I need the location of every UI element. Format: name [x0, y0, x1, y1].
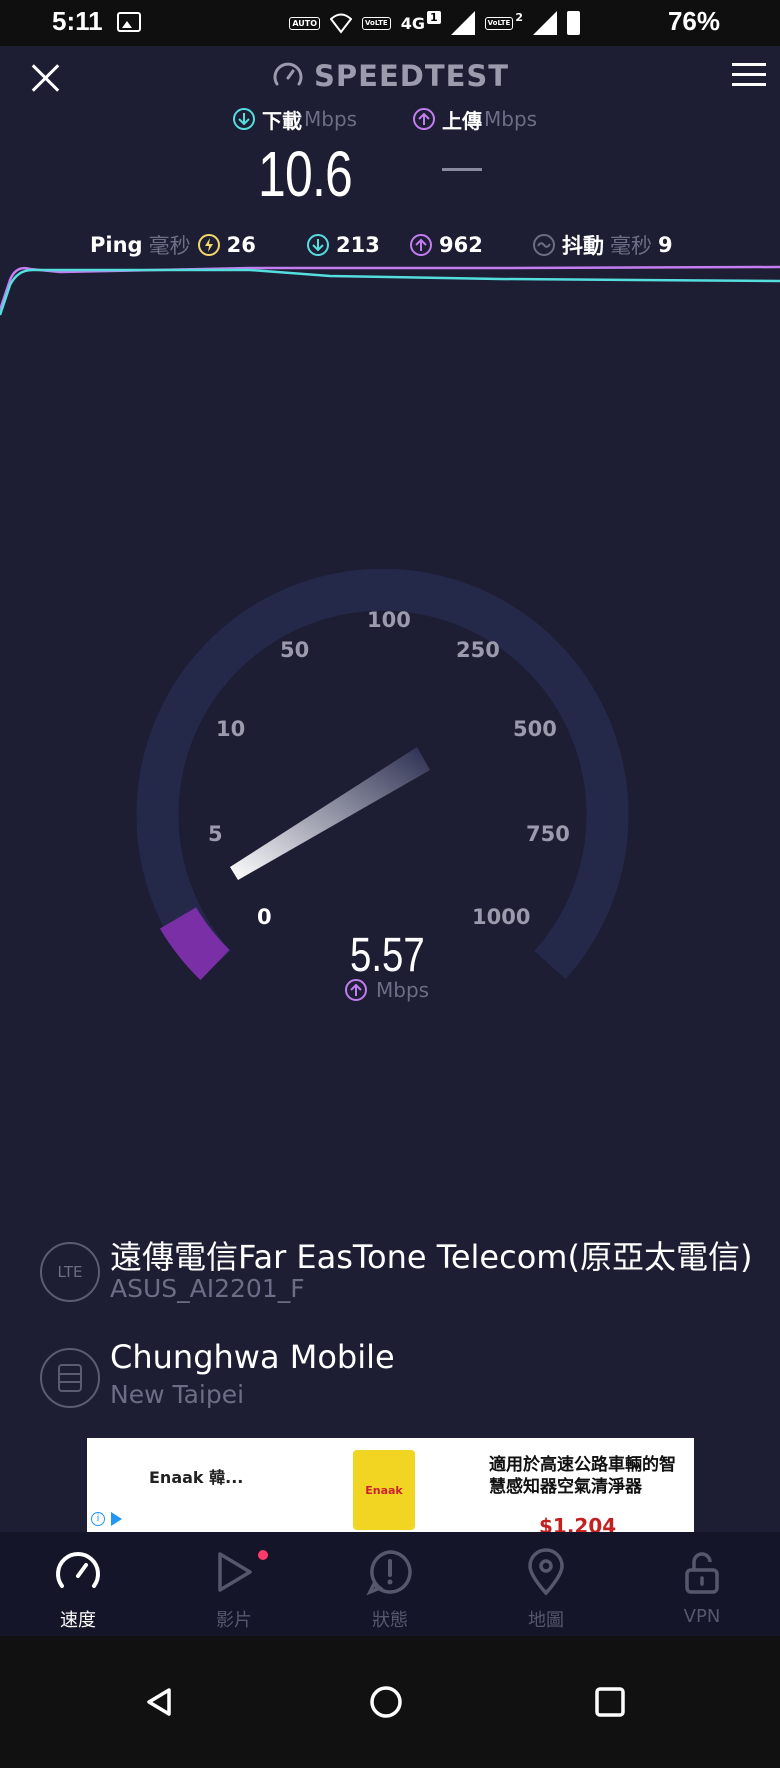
download-label-text: 下載: [262, 108, 302, 133]
upload-label-text: 上傳: [442, 108, 482, 133]
download-arrow-icon: [233, 108, 255, 130]
status-bar: 5:11 AUTO VoLTE 4G 1 VoLTE 2 76%: [0, 0, 780, 46]
tick-750: 750: [526, 822, 570, 846]
server-info[interactable]: Chunghwa Mobile New Taipei: [40, 1338, 780, 1418]
ad-left-title: Enaak 韓...: [149, 1468, 244, 1487]
battery-percent: 76%: [667, 6, 720, 36]
bottom-navigation: 速度 影片 狀態 地圖 VPN: [0, 1532, 780, 1636]
server-location: New Taipei: [110, 1380, 245, 1409]
ping-download-icon: [307, 234, 329, 256]
app-title-text: SPEEDTEST: [314, 59, 510, 93]
upload-history-line: [0, 265, 780, 311]
nav-vpn-label: VPN: [683, 1606, 721, 1627]
signal1-icon: [450, 11, 475, 35]
ping-idle-value: 26: [226, 233, 256, 257]
ping-upload-value: 962: [439, 233, 483, 257]
ad-choices-icon[interactable]: [111, 1512, 122, 1526]
carrier-name: 遠傳電信Far EasTone Telecom(原亞太電信): [110, 1238, 753, 1276]
nav-status-label: 狀態: [372, 1610, 408, 1631]
jitter-value: 9: [658, 233, 673, 257]
nav-vpn[interactable]: VPN: [624, 1532, 780, 1636]
jitter-icon: [533, 234, 555, 256]
close-button[interactable]: [26, 58, 66, 98]
nav-map[interactable]: 地圖: [468, 1532, 624, 1636]
menu-button[interactable]: [732, 63, 766, 87]
status-icons: AUTO VoLTE 4G 1 VoLTE 2: [289, 8, 580, 38]
app-title: SPEEDTEST: [272, 54, 509, 98]
battery-icon: [567, 11, 580, 35]
server-icon: [40, 1348, 100, 1408]
gauge-current-value: 5.57: [350, 929, 425, 982]
tick-10: 10: [216, 717, 245, 741]
signal2-icon: [533, 11, 557, 35]
back-icon[interactable]: [143, 1686, 175, 1718]
nav-map-label: 地圖: [528, 1610, 564, 1631]
upload-label: 上傳 Mbps: [412, 104, 537, 134]
nav-video-label: 影片: [216, 1610, 252, 1631]
tick-500: 500: [513, 717, 557, 741]
ping-label: Ping: [90, 233, 143, 257]
ping-download-value: 213: [336, 233, 380, 257]
upload-arrow-icon: [413, 108, 435, 130]
download-history-line: [0, 268, 780, 316]
tick-250: 250: [456, 638, 500, 662]
gallery-notification-icon: [117, 12, 141, 32]
tick-1000: 1000: [472, 905, 530, 929]
sim2-indicator: 2: [515, 10, 523, 24]
tick-50: 50: [280, 638, 309, 662]
upload-unit: Mbps: [484, 107, 538, 131]
tick-100: 100: [367, 608, 411, 632]
ping-upload-icon: [410, 234, 432, 256]
ping-idle-icon: [197, 234, 220, 256]
carrier-info[interactable]: LTE 遠傳電信Far EasTone Telecom(原亞太電信) ASUS_…: [40, 1232, 780, 1312]
nav-speed[interactable]: 速度: [0, 1532, 156, 1636]
nav-status[interactable]: 狀態: [312, 1532, 468, 1636]
nav-video[interactable]: 影片: [156, 1532, 312, 1636]
wifi-calling-icon: [330, 13, 353, 34]
sim1-indicator: 1: [426, 10, 441, 24]
network-type: 4G: [400, 13, 425, 33]
download-value: 10.6: [258, 138, 353, 210]
gauge-needle: [230, 747, 430, 880]
tick-0: 0: [257, 905, 272, 929]
ad-right-title: 適用於高速公路車輛的智慧感知器空氣清淨器: [489, 1455, 676, 1497]
upload-value-placeholder: [442, 168, 482, 171]
lte-icon: LTE: [40, 1242, 100, 1302]
download-unit: Mbps: [304, 107, 358, 131]
ad-info-icon[interactable]: i: [91, 1512, 105, 1526]
ad-price: $1,204: [539, 1514, 617, 1532]
play-icon: [218, 1552, 252, 1592]
alert-icon: [366, 1550, 412, 1596]
volte2-icon: VoLTE: [484, 16, 514, 30]
auto-icon: AUTO: [289, 16, 321, 30]
home-icon[interactable]: [369, 1685, 403, 1719]
system-navigation-bar: [0, 1636, 780, 1768]
device-name: ASUS_AI2201_F: [110, 1274, 305, 1303]
gauge-upload-icon: [345, 979, 367, 1001]
video-notification-dot: [258, 1550, 268, 1560]
download-label: 下載 Mbps: [232, 104, 357, 134]
gauge-unit-text: Mbps: [376, 978, 430, 1002]
status-time: 5:11: [52, 6, 103, 36]
speed-history-graph: [0, 265, 780, 316]
ad-product-image: Enaak: [353, 1450, 415, 1530]
unlock-icon: [685, 1552, 719, 1594]
gauge-unit: Mbps: [344, 976, 429, 1004]
recents-icon[interactable]: [594, 1686, 626, 1718]
speedometer-icon: [56, 1552, 100, 1588]
volte1-icon: VoLTE: [362, 16, 391, 30]
tick-5: 5: [208, 822, 223, 846]
map-pin-icon: [528, 1548, 564, 1596]
ad-banner[interactable]: Enaak 韓... Enaak 適用於高速公路車輛的智慧感知器空氣清淨器 $1…: [87, 1438, 694, 1532]
nav-speed-label: 速度: [60, 1610, 96, 1631]
server-name: Chunghwa Mobile: [110, 1338, 395, 1376]
speedometer-logo-icon: [273, 62, 303, 86]
